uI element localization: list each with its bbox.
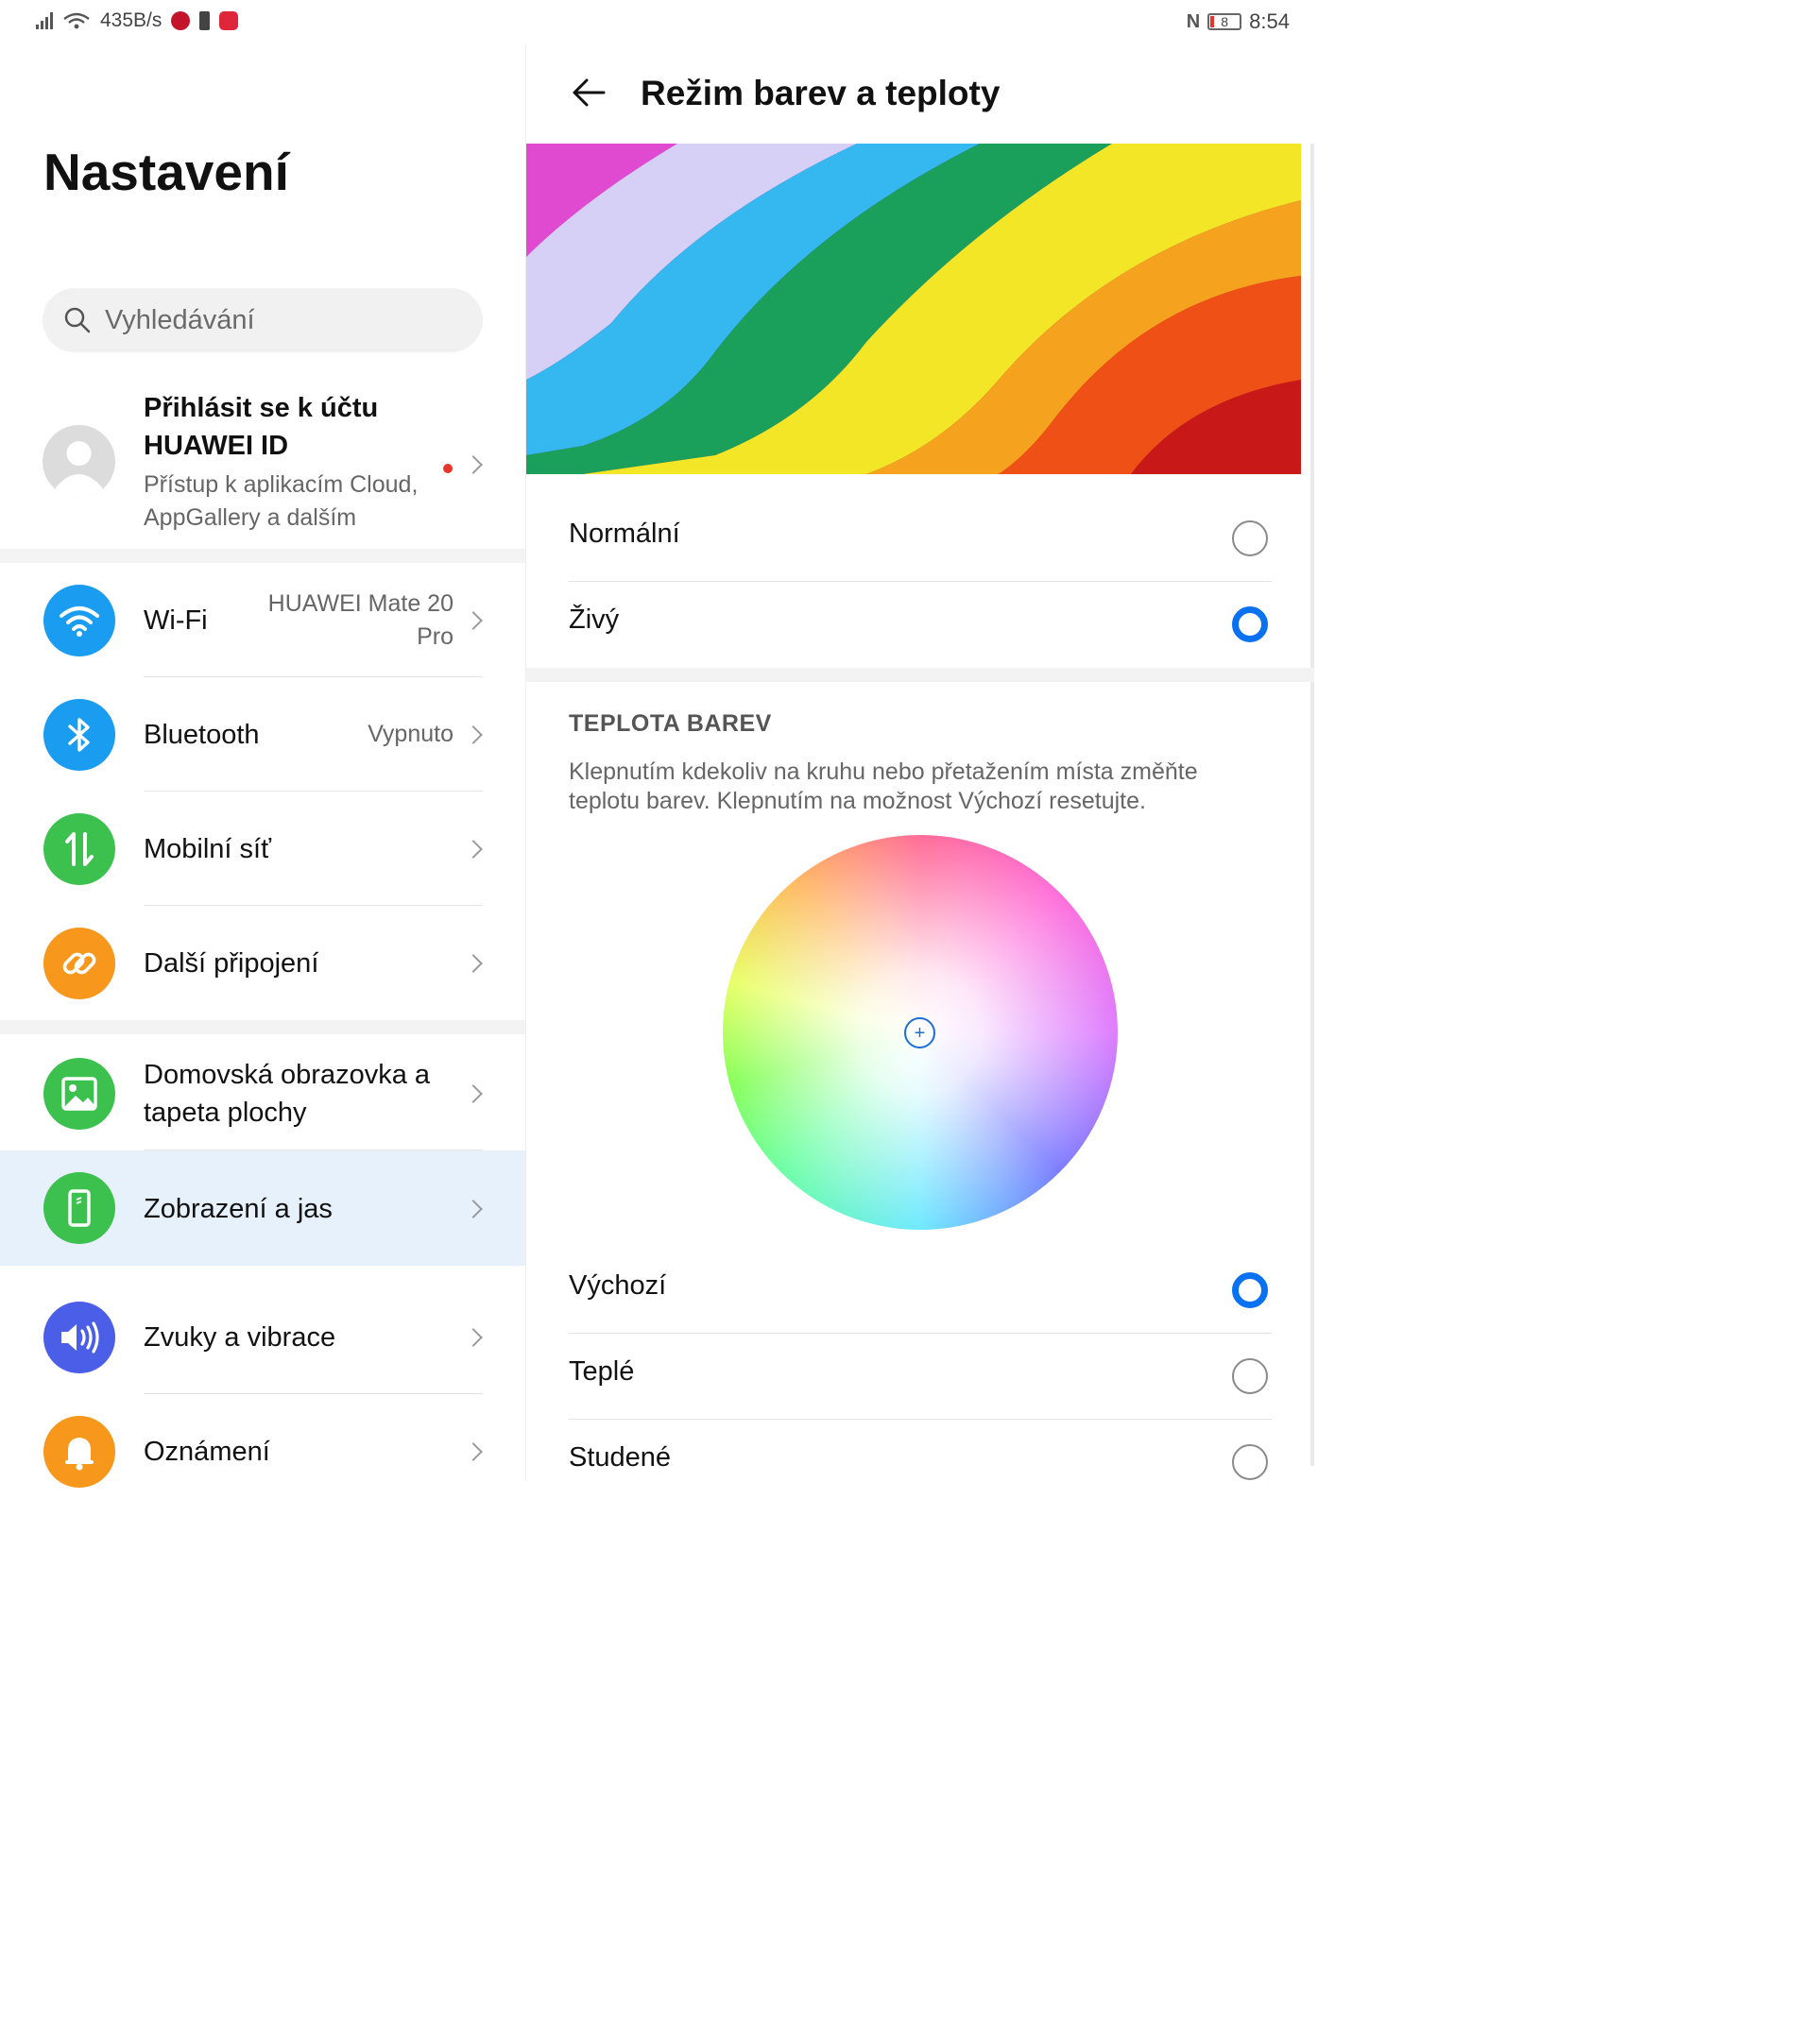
bluetooth-icon [43, 699, 115, 771]
option-label: Teplé [569, 1356, 635, 1387]
settings-item-label: Zvuky a vibrace [144, 1322, 336, 1353]
settings-item-bluetooth[interactable]: Bluetooth Vypnuto [0, 677, 525, 792]
signal-icon [36, 12, 53, 29]
settings-item-more-connections[interactable]: Další připojení [0, 906, 525, 1020]
temp-option-warm[interactable]: Teplé [569, 1334, 1272, 1420]
option-label: Studené [569, 1442, 672, 1473]
mobile-data-icon [43, 813, 115, 885]
chevron-right-icon [464, 455, 483, 474]
section-divider [526, 668, 1314, 682]
option-label: Živý [569, 605, 620, 635]
account-row[interactable]: Přihlásit se k účtu HUAWEI ID Přístup k … [0, 382, 525, 548]
settings-item-label: Zobrazení a jas [144, 1194, 333, 1224]
section-description: Klepnutím kdekoliv na kruhu nebo přetaže… [569, 758, 1198, 814]
display-icon [43, 1172, 115, 1244]
option-label: Normální [569, 519, 680, 549]
page-title: Režim barev a teploty [641, 74, 1001, 112]
avatar [43, 425, 115, 498]
rainbow-preview-image [526, 144, 1301, 474]
settings-item-label: Bluetooth [144, 720, 260, 750]
chevron-right-icon [464, 725, 483, 744]
wheel-cursor-icon[interactable]: + [904, 1017, 935, 1048]
option-label: Výchozí [569, 1270, 667, 1301]
settings-item-sounds[interactable]: Zvuky a vibrace [0, 1280, 525, 1394]
chevron-right-icon [464, 840, 483, 859]
battery-warning-icon [199, 11, 211, 30]
account-title: Přihlásit se k účtu HUAWEI ID [144, 393, 379, 461]
huawei-app-icon [219, 11, 239, 30]
chevron-right-icon [464, 1084, 483, 1103]
wallpaper-icon [43, 1058, 115, 1130]
notification-dot [443, 464, 453, 473]
chevron-right-icon [464, 1200, 483, 1218]
search-bar[interactable] [43, 288, 483, 352]
section-divider [0, 1266, 525, 1280]
scroll-indicator[interactable] [1310, 144, 1314, 1466]
temp-option-cold[interactable]: Studené [569, 1420, 1272, 1506]
status-bar: 435B/s N 8 8:54 [0, 0, 1314, 43]
wifi-status-icon [63, 12, 90, 29]
app-notification-icon [171, 11, 191, 30]
battery-level: 8 [1221, 14, 1229, 29]
settings-item-label: Oznámení [144, 1437, 270, 1467]
settings-item-label: Mobilní síť [144, 834, 271, 864]
radio-button[interactable] [1232, 1444, 1268, 1480]
clock: 8:54 [1249, 9, 1290, 33]
search-icon [64, 307, 91, 333]
radio-button-selected[interactable] [1232, 606, 1268, 642]
bluetooth-status: Vypnuto [368, 721, 454, 747]
wifi-icon [43, 585, 115, 656]
temp-option-default[interactable]: Výchozí [569, 1248, 1272, 1334]
settings-item-wifi[interactable]: Wi-Fi HUAWEI Mate 20 Pro [0, 563, 525, 677]
settings-item-notifications[interactable]: Oznámení [0, 1394, 525, 1508]
section-divider [0, 549, 525, 563]
page-title: Nastavení [43, 143, 289, 201]
radio-button[interactable] [1232, 520, 1268, 556]
radio-button-selected[interactable] [1232, 1272, 1268, 1308]
settings-item-label: Domovská obrazovka a tapeta plochy [144, 1060, 431, 1128]
section-divider [0, 1020, 525, 1034]
chevron-right-icon [464, 1442, 483, 1461]
color-mode-pane: Režim barev a teploty Normální Živý TEPL… [526, 43, 1314, 1481]
settings-item-label: Wi-Fi [144, 605, 208, 636]
network-speed: 435B/s [100, 9, 163, 31]
account-subtitle: Přístup k aplikacím Cloud, AppGallery a … [144, 471, 419, 531]
wifi-network-name: HUAWEI Mate 20 Pro [267, 590, 454, 650]
link-icon [43, 928, 115, 999]
search-input[interactable] [105, 304, 464, 336]
nfc-icon: N [1186, 10, 1201, 32]
back-arrow-icon[interactable] [570, 74, 608, 111]
settings-item-label: Další připojení [144, 948, 319, 979]
settings-pane: Nastavení Přihlásit se k účtu HUAWEI ID … [0, 43, 525, 1488]
mode-option-vivid[interactable]: Živý [569, 582, 1272, 668]
bell-icon [43, 1416, 115, 1488]
chevron-right-icon [464, 1328, 483, 1347]
battery-icon: 8 [1207, 13, 1242, 30]
settings-item-home-screen[interactable]: Domovská obrazovka a tapeta plochy [0, 1036, 525, 1150]
settings-item-mobile-network[interactable]: Mobilní síť [0, 792, 525, 906]
radio-button[interactable] [1232, 1358, 1268, 1394]
mode-option-normal[interactable]: Normální [569, 496, 1272, 582]
chevron-right-icon [464, 611, 483, 630]
section-title: TEPLOTA BAREV [569, 710, 772, 737]
sound-icon [43, 1302, 115, 1373]
chevron-right-icon [464, 954, 483, 973]
settings-item-display[interactable]: Zobrazení a jas [0, 1150, 525, 1266]
